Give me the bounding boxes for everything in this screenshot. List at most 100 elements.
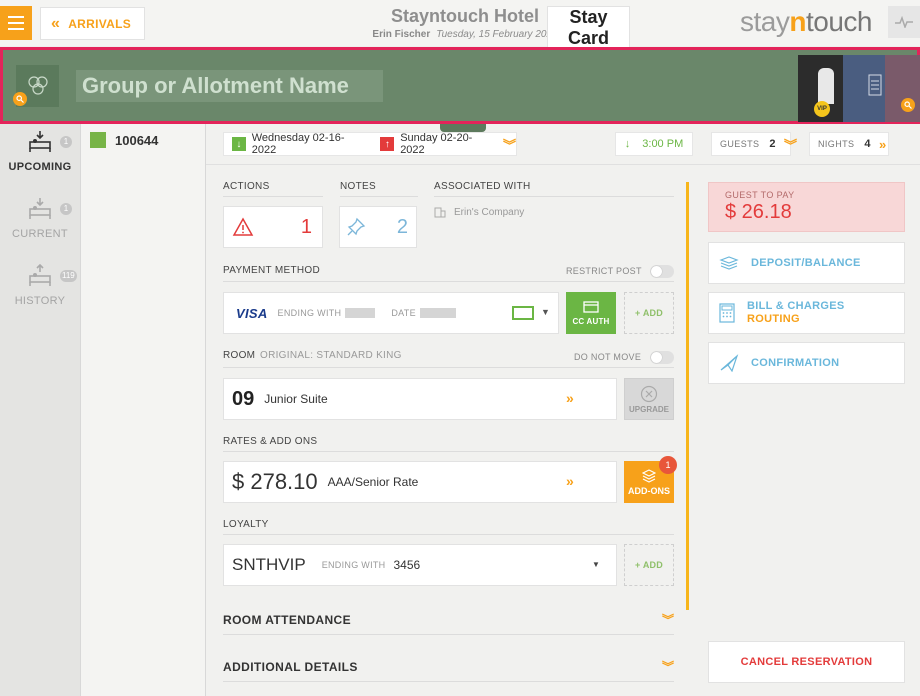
arrival-time-button[interactable]: ↓ 3:00 PM — [615, 132, 693, 156]
user-name: Erin Fischer — [372, 29, 431, 40]
company-name: Erin's Company — [454, 206, 525, 218]
notes-count: 2 — [396, 215, 408, 238]
section-accent-bar — [686, 182, 689, 610]
masked-expiry — [419, 308, 456, 318]
loyalty-select[interactable]: SNTHVIP ENDING WITH 3456 ▼ — [223, 544, 617, 586]
banner-drag-handle[interactable] — [440, 124, 486, 132]
pin-icon — [347, 217, 366, 236]
reservation-number: 100644 — [115, 132, 159, 148]
group-icon-button[interactable] — [13, 65, 59, 107]
notes-label: NOTES — [340, 181, 376, 192]
loyalty-program: SNTHVIP — [232, 555, 306, 574]
cash-stack-icon — [719, 256, 739, 270]
room-image: VIP — [798, 55, 843, 122]
do-not-move-label: DO NOT MOVE — [574, 352, 642, 362]
business-date: Tuesday, 15 February 2022 — [436, 29, 558, 40]
guests-label: GUESTS — [720, 139, 760, 149]
restrict-post-toggle[interactable] — [650, 265, 674, 278]
credit-card-icon — [512, 306, 534, 320]
rate-details-button[interactable]: $ 278.10 AAA/Senior Rate » — [223, 461, 617, 503]
stay-dates-button[interactable]: ↓ Wednesday 02-16-2022 ↑ Sunday 02-20-20… — [223, 132, 517, 156]
room-attendance-label: ROOM ATTENDANCE — [223, 613, 351, 627]
group-icon — [27, 76, 48, 95]
stayntouch-logo: stayntouch — [740, 6, 872, 37]
building-icon — [434, 207, 446, 218]
divider — [223, 681, 674, 682]
add-payment-button[interactable]: + ADD — [624, 292, 674, 334]
sidebar-item-history[interactable]: HISTORY 119 — [0, 263, 80, 307]
expiry-label: DATE — [391, 308, 416, 318]
guests-button[interactable]: GUESTS 2 ︾ — [711, 132, 797, 156]
caret-down-icon: ▼ — [541, 307, 551, 317]
double-chevron-down-icon: ︾ — [661, 613, 674, 627]
arrival-date: Wednesday 02-16-2022 — [251, 132, 345, 156]
room-type: Junior Suite — [264, 392, 328, 406]
sidebar-item-label: HISTORY — [14, 295, 66, 307]
departure-arrow-icon: ↑ — [380, 137, 395, 151]
sidebar-item-current[interactable]: CURRENT 1 — [0, 197, 80, 240]
arrival-time: 3:00 PM — [642, 138, 684, 150]
deposit-label: DEPOSIT/BALANCE — [751, 257, 861, 269]
additional-details-toggle[interactable]: ADDITIONAL DETAILS ︾ — [223, 660, 674, 680]
do-not-move-toggle[interactable] — [650, 351, 674, 364]
add-loyalty-button[interactable]: + ADD — [624, 544, 674, 586]
associated-label: ASSOCIATED WITH — [434, 181, 531, 192]
divider — [434, 196, 674, 197]
bed-departed-icon — [29, 263, 51, 286]
cancel-reservation-button[interactable]: CANCEL RESERVATION — [708, 641, 905, 683]
group-name-input[interactable]: Group or Allotment Name — [76, 70, 383, 102]
caret-down-icon: ▼ — [592, 560, 601, 569]
stay-card-main: ↓ Wednesday 02-16-2022 ↑ Sunday 02-20-20… — [206, 124, 920, 696]
back-label: ARRIVALS — [68, 16, 132, 31]
room-attendance-toggle[interactable]: ROOM ATTENDANCE ︾ — [223, 613, 674, 633]
arrival-arrow-icon: ↓ — [232, 137, 246, 151]
sidebar-item-upcoming[interactable]: UPCOMING 1 — [0, 130, 80, 173]
count-badge: 1 — [60, 136, 72, 148]
guest-to-pay-label: GUEST TO PAY — [725, 190, 795, 200]
guest-to-pay-panel[interactable]: GUEST TO PAY $ 26.18 — [708, 182, 905, 232]
payment-method-label: PAYMENT METHOD — [223, 265, 320, 276]
deposit-balance-button[interactable]: DEPOSIT/BALANCE — [708, 242, 905, 284]
double-chevron-right-icon: » — [566, 390, 574, 406]
divider — [223, 281, 674, 282]
search-icon[interactable] — [901, 98, 915, 112]
cc-auth-button[interactable]: CC AUTH — [566, 292, 616, 334]
upgrade-label: UPGRADE — [628, 404, 669, 414]
activity-pulse-button[interactable] — [888, 6, 920, 38]
reservation-list: 100644 — [80, 124, 206, 696]
divider — [223, 451, 674, 452]
guests-count: 2 — [769, 138, 776, 150]
nights-button[interactable]: NIGHTS 4 » — [809, 132, 889, 156]
page-title: Stay Card — [547, 6, 630, 50]
double-chevron-down-icon: ︾ — [783, 137, 798, 153]
list-item[interactable]: 100644 — [90, 132, 158, 148]
room-assignment-button[interactable]: 09 Junior Suite » — [223, 378, 617, 420]
room-label: ROOM — [223, 350, 256, 361]
upgrade-button[interactable]: UPGRADE — [624, 378, 674, 420]
arrival-down-arrow-icon: ↓ — [624, 138, 631, 150]
bill-charges-label: BILL & CHARGES — [747, 300, 845, 312]
credit-card-icon — [583, 300, 599, 313]
notes-button[interactable]: 2 — [339, 206, 417, 248]
layers-icon — [642, 468, 656, 483]
actions-button[interactable]: 1 — [223, 206, 323, 248]
rates-label: RATES & ADD ONS — [223, 436, 318, 447]
guest-image — [885, 55, 920, 122]
hamburger-menu-button[interactable] — [0, 6, 32, 40]
warning-icon — [232, 217, 254, 236]
search-icon[interactable] — [13, 92, 27, 106]
rate-name: AAA/Senior Rate — [327, 475, 419, 489]
associated-company[interactable]: Erin's Company — [434, 206, 524, 218]
masked-card-number — [345, 308, 376, 318]
confirmation-button[interactable]: CONFIRMATION — [708, 342, 905, 384]
double-chevron-left-icon: « — [51, 14, 61, 32]
banner-images: VIP — [798, 55, 920, 122]
payment-method-select[interactable]: VISA ENDING WITH DATE ▼ — [223, 292, 559, 334]
back-to-arrivals-button[interactable]: « ARRIVALS — [40, 7, 145, 40]
cc-auth-label: CC AUTH — [572, 316, 610, 326]
add-ons-count-badge: 1 — [659, 456, 677, 474]
bill-charges-routing-button[interactable]: BILL & CHARGES ROUTING — [708, 292, 905, 334]
count-badge: 119 — [60, 270, 77, 282]
double-chevron-right-icon: » — [878, 136, 887, 152]
original-room-type: ORIGINAL: STANDARD KING — [260, 350, 402, 361]
